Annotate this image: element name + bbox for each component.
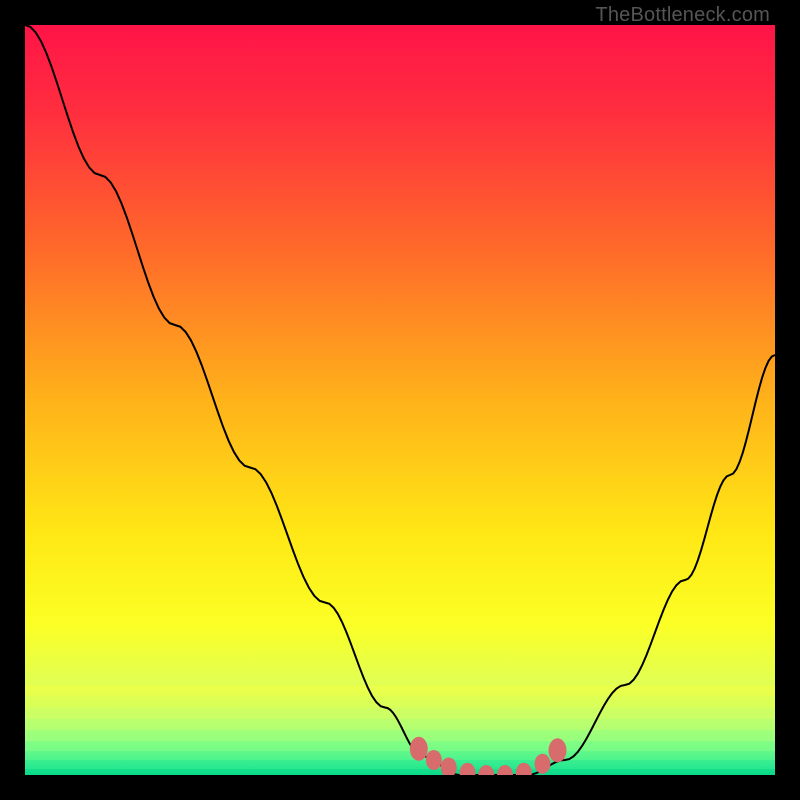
watermark-text: TheBottleneck.com: [595, 4, 770, 27]
marker-endcap: [549, 738, 567, 762]
marker-dot: [535, 754, 551, 774]
bottom-green-bands: [25, 685, 775, 775]
bottleneck-chart: [25, 25, 775, 775]
outer-black-frame: TheBottleneck.com: [0, 0, 800, 800]
chart-area: [25, 25, 775, 775]
gradient-background: [25, 25, 775, 775]
marker-endcap: [410, 737, 428, 761]
marker-dot: [426, 750, 442, 770]
